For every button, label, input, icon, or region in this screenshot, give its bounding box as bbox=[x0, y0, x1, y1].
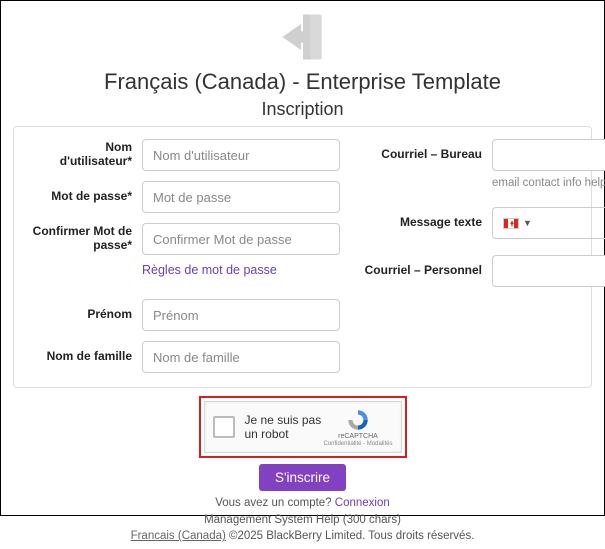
password-rules-link[interactable]: Règles de mot de passe bbox=[142, 263, 277, 277]
captcha-highlight: Je ne suis pas un robot reCAPTCHA Confid… bbox=[199, 396, 407, 458]
recaptcha-checkbox[interactable] bbox=[213, 416, 235, 438]
language-link[interactable]: Francais (Canada) bbox=[131, 530, 226, 542]
username-input[interactable] bbox=[142, 139, 340, 171]
footer: Vous avez un compte? Connexion Managemen… bbox=[13, 495, 592, 545]
email-personal-input[interactable] bbox=[492, 255, 605, 287]
registration-panel: Nom d'utilisateur* Mot de passe* Confirm… bbox=[13, 126, 592, 388]
footer-help: Management System Help (300 chars) bbox=[13, 512, 592, 529]
login-link[interactable]: Connexion bbox=[335, 497, 390, 509]
recaptcha-label: Je ne suis pas un robot bbox=[245, 413, 324, 441]
have-account-text: Vous avez un compte? bbox=[215, 497, 335, 509]
email-work-label: Courriel – Bureau bbox=[364, 148, 482, 162]
password-label: Mot de passe* bbox=[32, 190, 132, 204]
sms-label: Message texte bbox=[364, 216, 482, 230]
confirm-password-label: Confirmer Mot de passe* bbox=[32, 225, 132, 253]
email-work-help: email contact info help text bbox=[492, 177, 605, 189]
app-logo bbox=[13, 7, 592, 67]
recaptcha-icon bbox=[345, 407, 371, 433]
recaptcha-widget[interactable]: Je ne suis pas un robot reCAPTCHA Confid… bbox=[204, 401, 402, 453]
email-personal-label: Courriel – Personnel bbox=[364, 264, 482, 278]
copyright-text: ©2025 BlackBerry Limited. Tous droits ré… bbox=[226, 530, 475, 542]
flag-canada-icon bbox=[503, 218, 519, 229]
username-label: Nom d'utilisateur* bbox=[32, 141, 132, 169]
lastname-label: Nom de famille bbox=[32, 350, 132, 364]
email-work-input[interactable] bbox=[492, 139, 605, 171]
chevron-down-icon: ▼ bbox=[523, 218, 532, 228]
firstname-label: Prénom bbox=[32, 308, 132, 322]
submit-button[interactable]: S'inscrire bbox=[259, 464, 346, 491]
page-subtitle: Inscription bbox=[13, 99, 592, 120]
page-title: Français (Canada) - Enterprise Template bbox=[13, 69, 592, 95]
confirm-password-input[interactable] bbox=[142, 223, 340, 255]
sms-input[interactable]: ▼ bbox=[492, 207, 605, 239]
password-input[interactable] bbox=[142, 181, 340, 213]
lastname-input[interactable] bbox=[142, 341, 340, 373]
recaptcha-logo: reCAPTCHA Confidentialité - Modalités bbox=[323, 407, 392, 447]
firstname-input[interactable] bbox=[142, 299, 340, 331]
